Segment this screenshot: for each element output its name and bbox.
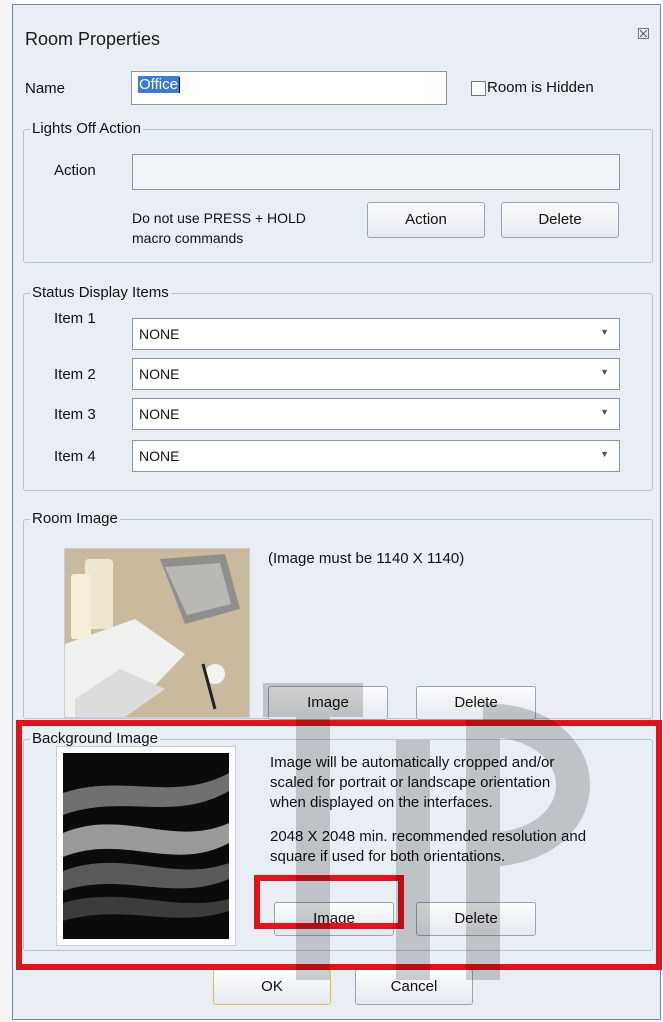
background-image-highlight <box>16 720 662 970</box>
macro-note-line1: Do not use PRESS + HOLD <box>132 210 306 226</box>
item-1-value: NONE <box>139 326 180 342</box>
item-4-value: NONE <box>139 448 180 464</box>
item-4-select[interactable]: NONE ▼ <box>132 440 620 472</box>
item-4-label: Item 4 <box>54 448 96 465</box>
chevron-down-icon: ▼ <box>600 367 609 377</box>
room-image-legend: Room Image <box>30 510 120 527</box>
item-2-label: Item 2 <box>54 366 96 383</box>
title-bar: Room Properties ☒ <box>13 5 660 63</box>
name-input-value: Office <box>138 76 179 93</box>
ok-button[interactable]: OK <box>213 969 331 1005</box>
action-field[interactable] <box>132 154 620 190</box>
cancel-button[interactable]: Cancel <box>355 969 473 1005</box>
item-1-label: Item 1 <box>54 310 96 327</box>
name-input[interactable]: Office <box>131 71 447 105</box>
room-image-group: Room Image (Image must be 1140 X 1140) I… <box>23 510 653 720</box>
item-1-select[interactable]: NONE ▼ <box>132 318 620 350</box>
room-image-button[interactable]: Image <box>268 686 388 720</box>
status-items-legend: Status Display Items <box>30 284 171 301</box>
item-3-select[interactable]: NONE ▼ <box>132 398 620 430</box>
action-label: Action <box>54 162 96 179</box>
status-display-items-group: Status Display Items Item 1 NONE ▼ Item … <box>23 284 653 491</box>
text-caret <box>178 77 180 94</box>
close-icon[interactable]: ☒ <box>637 25 650 43</box>
lights-off-action-group: Lights Off Action Action Do not use PRES… <box>23 120 653 263</box>
action-button[interactable]: Action <box>367 202 485 238</box>
dialog-title: Room Properties <box>25 29 161 49</box>
room-hidden-label: Room is Hidden <box>487 79 594 96</box>
chevron-down-icon: ▼ <box>600 449 609 459</box>
lights-off-legend: Lights Off Action <box>30 120 143 137</box>
item-3-value: NONE <box>139 406 180 422</box>
chevron-down-icon: ▼ <box>600 327 609 337</box>
room-image-thumbnail <box>64 548 250 718</box>
image-button-highlight <box>254 875 404 929</box>
room-image-note: (Image must be 1140 X 1140) <box>268 550 465 567</box>
item-2-value: NONE <box>139 366 180 382</box>
chevron-down-icon: ▼ <box>600 407 609 417</box>
name-label: Name <box>25 80 66 97</box>
item-3-label: Item 3 <box>54 406 96 423</box>
room-image-delete-button[interactable]: Delete <box>416 686 536 720</box>
item-2-select[interactable]: NONE ▼ <box>132 358 620 390</box>
macro-note-line2: macro commands <box>132 230 244 246</box>
lights-off-delete-button[interactable]: Delete <box>501 202 619 238</box>
room-hidden-checkbox[interactable] <box>471 81 486 96</box>
